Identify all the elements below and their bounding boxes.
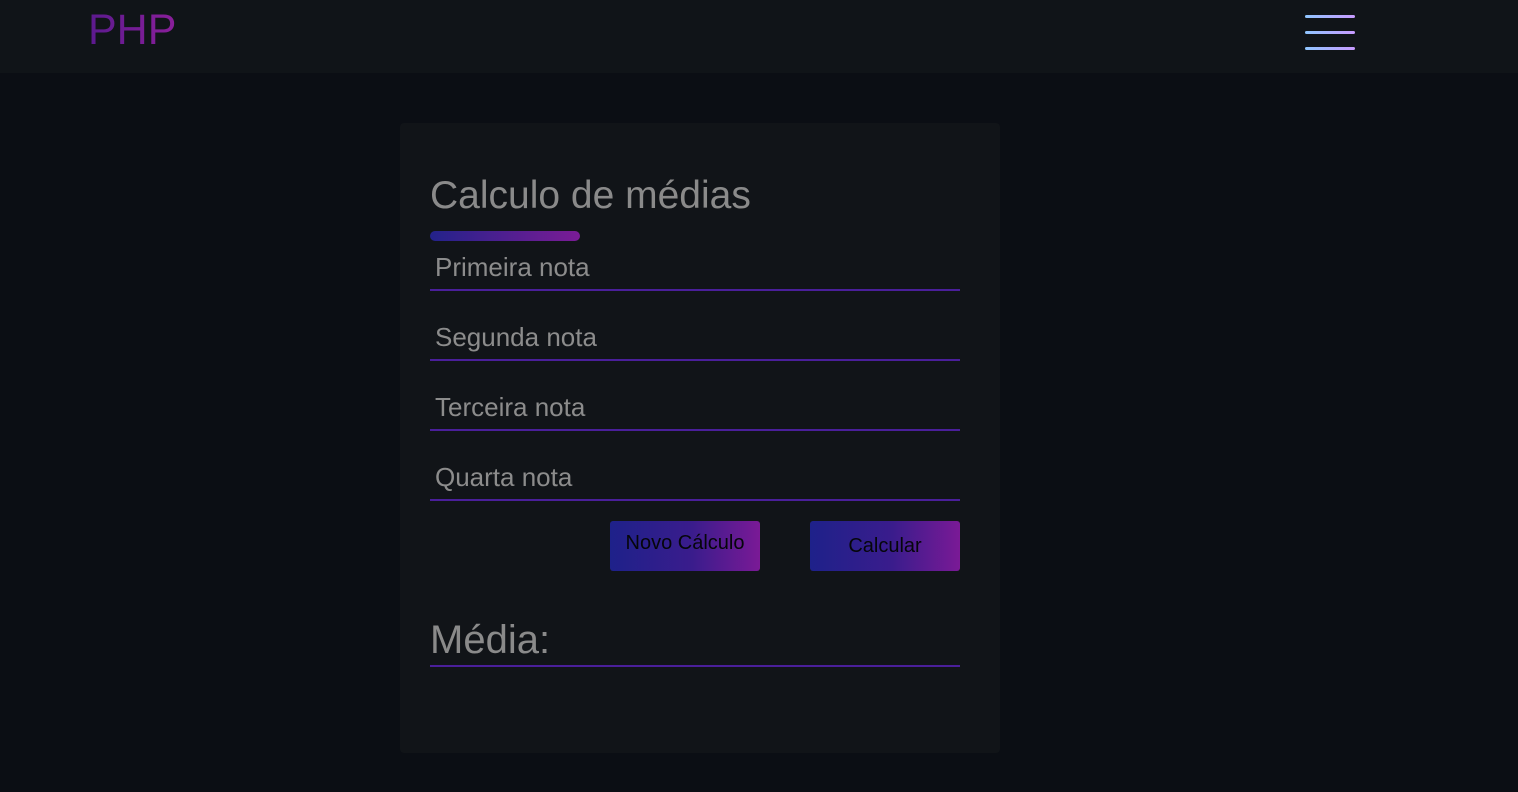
new-calculation-button[interactable]: Novo Cálculo xyxy=(610,521,760,571)
average-result-label: Média: xyxy=(430,618,551,662)
average-result-underline xyxy=(430,665,960,667)
first-grade-field xyxy=(430,247,960,291)
fourth-grade-input[interactable] xyxy=(430,457,960,497)
calculate-button[interactable]: Calcular xyxy=(810,521,960,571)
new-calculation-label: Novo Cálculo xyxy=(625,531,745,554)
fourth-grade-field xyxy=(430,457,960,501)
third-grade-input[interactable] xyxy=(430,387,960,427)
average-calculator-card: Calculo de médias Novo Cálculo Calcular … xyxy=(400,123,1000,753)
first-grade-input[interactable] xyxy=(430,247,960,287)
top-navbar: PHP xyxy=(0,0,1518,73)
hamburger-menu-icon[interactable] xyxy=(1302,12,1358,54)
second-grade-field xyxy=(430,317,960,361)
calculate-label: Calcular xyxy=(848,534,922,557)
page-title: Calculo de médias xyxy=(430,174,751,217)
menu-line xyxy=(1305,15,1355,18)
menu-line xyxy=(1305,47,1355,50)
logo[interactable]: PHP xyxy=(88,6,176,54)
third-grade-field xyxy=(430,387,960,431)
second-grade-input[interactable] xyxy=(430,317,960,357)
title-underline xyxy=(430,231,580,241)
menu-line xyxy=(1305,31,1355,34)
